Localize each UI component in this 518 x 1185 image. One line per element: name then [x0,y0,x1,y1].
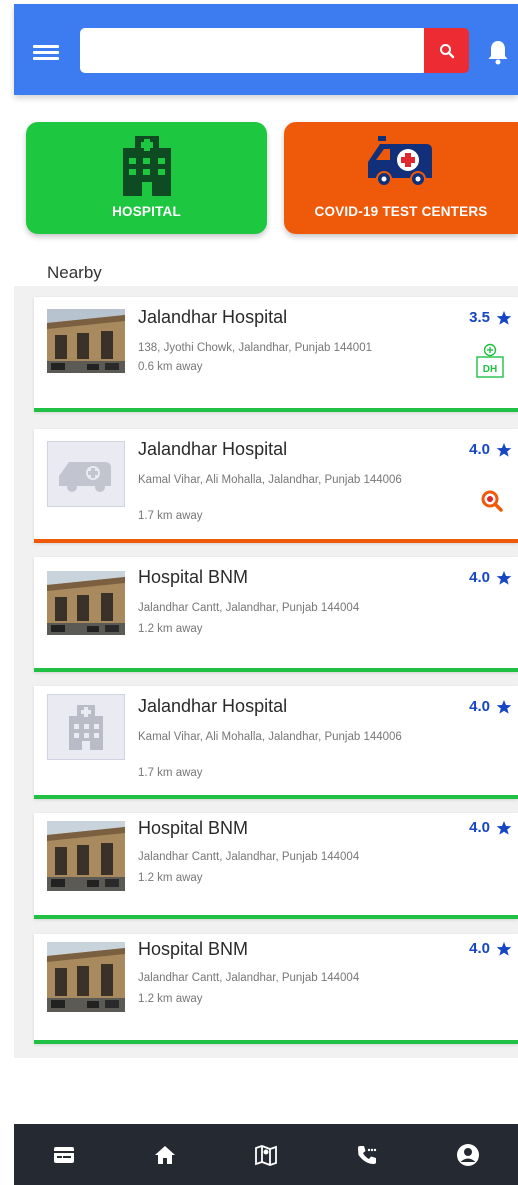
menu-icon[interactable] [33,41,59,63]
hospital-photo [47,309,125,373]
nav-account[interactable] [417,1124,518,1185]
home-icon [155,1145,176,1164]
card-accent-bar [34,915,518,919]
search-icon [439,43,454,58]
nav-id-card[interactable] [14,1124,115,1185]
bottom-navigation [14,1124,518,1185]
hospital-photo [47,821,125,891]
hospital-distance: 1.7 km away [138,510,203,522]
hospital-distance: 1.2 km away [138,623,203,635]
nav-home[interactable] [115,1124,216,1185]
search-button[interactable] [424,28,469,73]
category-hospital-label: HOSPITAL [112,204,181,219]
ambulance-placeholder-icon [47,441,125,507]
id-card-icon [54,1146,75,1163]
list-item[interactable]: Jalandhar Hospital 138, Jyothi Chowk, Ja… [34,297,518,412]
list-item[interactable]: Hospital BNM Jalandhar Cantt, Jalandhar,… [34,934,518,1044]
card-accent-bar [34,539,518,543]
card-accent-bar [34,408,518,412]
card-accent-bar [34,668,518,672]
star-icon [496,310,512,325]
hospital-photo [47,942,125,1012]
hospital-name: Hospital BNM [138,818,249,838]
hospital-rating: 4.0 [469,819,512,836]
card-accent-bar [34,795,518,799]
hospital-rating: 4.0 [469,940,512,957]
test-center-search-icon [480,489,504,518]
hospital-address: Jalandhar Cantt, Jalandhar, Punjab 14400… [138,602,360,614]
nearby-section-title: Nearby [47,263,102,282]
hospital-address: Jalandhar Cantt, Jalandhar, Punjab 14400… [138,972,360,984]
rating-value: 4.0 [469,441,490,458]
hospital-distance: 1.7 km away [138,767,203,779]
hospital-rating: 3.5 [469,309,512,326]
ambulance-icon [368,136,432,187]
hospital-distance: 0.6 km away [138,361,203,373]
account-icon [456,1143,479,1166]
rating-value: 4.0 [469,569,490,586]
hospital-address: Kamal Vihar, Ali Mohalla, Jalandhar, Pun… [138,474,402,486]
hospital-address: 138, Jyothi Chowk, Jalandhar, Punjab 144… [138,342,372,354]
star-icon [496,570,512,585]
list-item[interactable]: Hospital BNM Jalandhar Cantt, Jalandhar,… [34,557,518,672]
star-icon [496,442,512,457]
hospital-distance: 1.2 km away [138,993,203,1005]
rating-value: 3.5 [469,309,490,326]
rating-value: 4.0 [469,698,490,715]
category-covid-test-label: COVID-19 TEST CENTERS [314,204,488,219]
map-icon [255,1144,277,1166]
phone-call-icon [357,1145,376,1164]
star-icon [496,941,512,956]
nav-map[interactable] [216,1124,317,1185]
district-hospital-icon: DH [476,343,504,384]
hospital-building-icon [122,136,171,196]
star-icon [496,699,512,714]
badge-label: DH [483,364,497,375]
hospital-rating: 4.0 [469,698,512,715]
list-item[interactable]: Jalandhar Hospital Kamal Vihar, Ali Moha… [34,429,518,543]
hospital-address: Jalandhar Cantt, Jalandhar, Punjab 14400… [138,851,360,863]
category-covid-test-card[interactable]: COVID-19 TEST CENTERS [284,122,518,234]
notification-bell-button[interactable] [484,36,512,68]
bell-icon [488,41,508,65]
rating-value: 4.0 [469,940,490,957]
card-accent-bar [34,1040,518,1044]
star-icon [496,820,512,835]
hospital-distance: 1.2 km away [138,872,203,884]
hospital-name: Hospital BNM [138,567,249,587]
hospital-name: Jalandhar Hospital [138,439,288,459]
hospital-rating: 4.0 [469,569,512,586]
nav-call[interactable] [316,1124,417,1185]
hospital-placeholder-icon [47,694,125,760]
list-item[interactable]: Hospital BNM Jalandhar Cantt, Jalandhar,… [34,813,518,919]
hospital-name: Jalandhar Hospital [138,696,288,716]
hospital-rating: 4.0 [469,441,512,458]
category-hospital-card[interactable]: HOSPITAL [26,122,267,234]
hospital-photo [47,571,125,635]
search-input[interactable] [80,28,426,73]
rating-value: 4.0 [469,819,490,836]
hospital-name: Hospital BNM [138,939,249,959]
hospital-address: Kamal Vihar, Ali Mohalla, Jalandhar, Pun… [138,731,402,743]
hospital-name: Jalandhar Hospital [138,307,288,327]
list-item[interactable]: Jalandhar Hospital Kamal Vihar, Ali Moha… [34,686,518,799]
app-header [14,4,518,95]
